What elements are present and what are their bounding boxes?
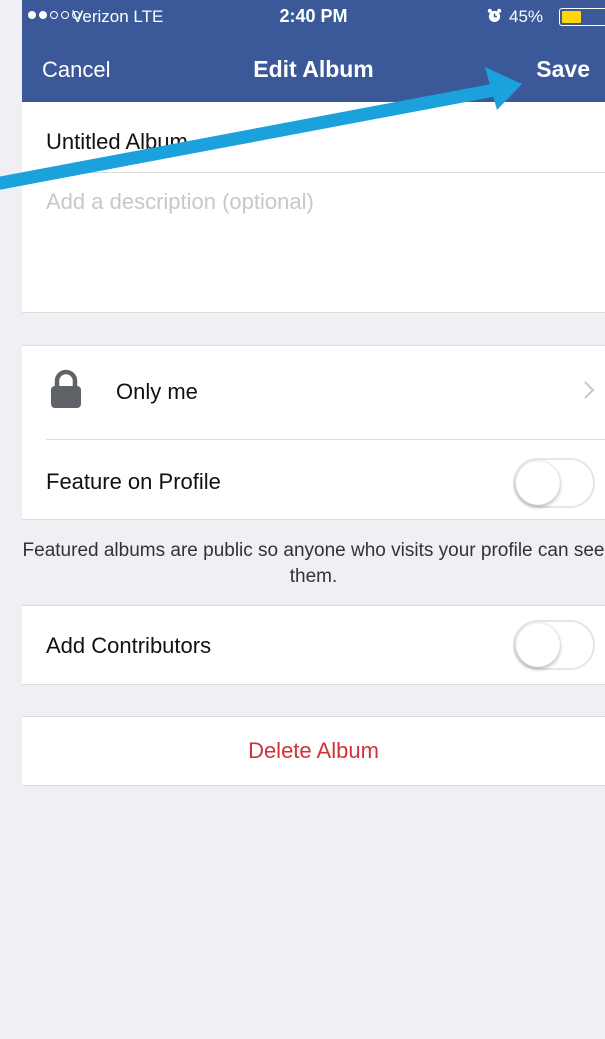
divider [46, 172, 605, 173]
feature-on-profile-toggle[interactable] [513, 458, 595, 508]
page-title: Edit Album [253, 56, 374, 82]
divider [46, 439, 605, 440]
contributors-group: Add Contributors [22, 605, 605, 685]
delete-album-button[interactable]: Delete Album [22, 738, 605, 764]
featured-albums-note: Featured albums are public so anyone who… [22, 540, 605, 587]
privacy-selector[interactable]: Only me [116, 379, 198, 405]
album-name-field[interactable]: Untitled Album [46, 129, 188, 155]
top-bar: Verizon LTE 2:40 PM 45% Cancel Edit Albu… [22, 0, 605, 102]
description-field[interactable]: Add a description (optional) [46, 189, 314, 215]
toggle-knob [516, 623, 560, 667]
lock-icon [51, 369, 81, 408]
settings-group: Only me Feature on Profile [22, 345, 605, 520]
toggle-knob [516, 461, 560, 505]
battery-icon [559, 8, 605, 26]
save-button[interactable]: Save [536, 56, 590, 83]
album-fields: Untitled Album Add a description (option… [22, 102, 605, 313]
add-contributors-toggle[interactable] [513, 620, 595, 670]
delete-group: Delete Album [22, 716, 605, 786]
chevron-right-icon[interactable] [583, 380, 595, 400]
battery-percent: 45% [509, 7, 544, 26]
alarm-icon [487, 8, 502, 23]
feature-on-profile-label: Feature on Profile [46, 469, 221, 494]
add-contributors-label: Add Contributors [46, 633, 212, 658]
status-bar: Verizon LTE 2:40 PM 45% [22, 0, 605, 34]
